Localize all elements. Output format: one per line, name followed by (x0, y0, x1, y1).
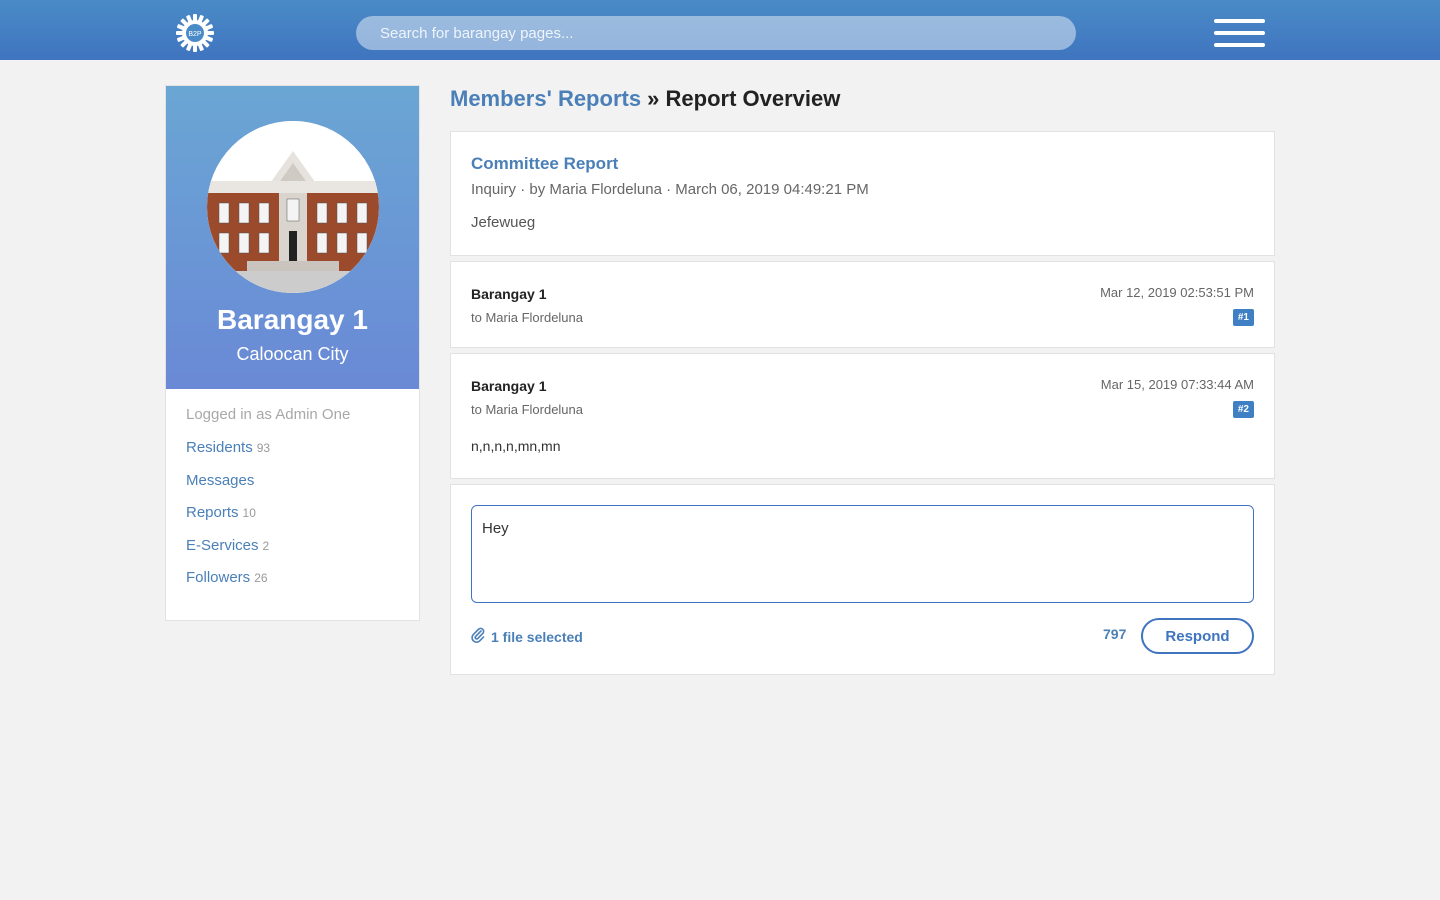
sidebar-item-label: Reports (186, 504, 239, 521)
paperclip-icon (471, 627, 485, 646)
sidebar-item-label: E-Services (186, 536, 259, 554)
sidebar: Barangay 1 Caloocan City Logged in as Ad… (165, 85, 420, 621)
page-title: Report Overview (665, 86, 841, 111)
message-number-badge: #1 (1232, 309, 1254, 326)
barangay-hall-image (207, 121, 379, 293)
sidebar-item-label: Residents (186, 439, 253, 456)
report-title-link[interactable]: Committee Report (471, 154, 618, 174)
breadcrumb-parent-link[interactable]: Members' Reports (450, 86, 641, 111)
barangay-name: Barangay 1 (217, 304, 368, 335)
message-date: Mar 15, 2019 07:33:44 AM (1100, 377, 1254, 392)
city-name: Caloocan City (236, 344, 349, 364)
hamburger-menu-icon[interactable] (1214, 19, 1265, 47)
message-number-badge: #2 (1232, 401, 1254, 418)
message-recipient: to Maria Flordeluna (471, 402, 583, 417)
breadcrumb: Members' Reports » Report Overview (450, 86, 840, 112)
top-navbar: B2P (0, 0, 1440, 60)
attach-file-button[interactable]: 1 file selected (471, 627, 583, 646)
attachment-status: 1 file selected (491, 628, 583, 645)
report-meta: Inquiry · by Maria Flordeluna · March 06… (471, 181, 869, 198)
reply-textarea[interactable]: Hey (471, 505, 1254, 603)
message-recipient: to Maria Flordeluna (471, 310, 583, 325)
sidebar-item-count: 93 (256, 441, 271, 455)
sidebar-item-e-services[interactable]: E-Services 2 (186, 536, 350, 569)
profile-card: Barangay 1 Caloocan City (166, 86, 419, 389)
sidebar-item-followers[interactable]: Followers 26 (186, 568, 350, 601)
sidebar-item-messages[interactable]: Messages (186, 471, 350, 504)
sidebar-item-count: 26 (254, 571, 268, 585)
sidebar-item-label: Followers (186, 569, 251, 586)
message-card: Barangay 1 to Maria Flordeluna Mar 15, 2… (450, 353, 1275, 479)
logged-in-label: Logged in as Admin One (186, 406, 351, 423)
message-card: Barangay 1 to Maria Flordeluna Mar 12, 2… (450, 261, 1275, 348)
sidebar-item-residents[interactable]: Residents 93 (186, 438, 350, 471)
report-body: Jefewueg (471, 214, 536, 231)
message-sender: Barangay 1 (471, 286, 547, 302)
search-input[interactable] (356, 16, 1076, 50)
respond-button[interactable]: Respond (1141, 618, 1254, 654)
message-sender: Barangay 1 (471, 378, 547, 394)
character-count: 797 (1103, 626, 1127, 642)
reply-card: Hey 1 file selected 797 Respond (450, 484, 1275, 675)
sidebar-item-count: 10 (242, 506, 256, 520)
message-body: n,n,n,n,mn,mn (471, 438, 561, 454)
svg-text:B2P: B2P (188, 31, 202, 38)
logo-icon[interactable]: B2P (174, 12, 216, 54)
message-date: Mar 12, 2019 02:53:51 PM (1100, 285, 1254, 300)
sidebar-item-label: Messages (186, 471, 255, 489)
sidebar-item-reports[interactable]: Reports 10 (186, 503, 350, 536)
side-nav: Logged in as Admin One Residents 93 Messa… (186, 405, 350, 601)
sidebar-item-count: 2 (262, 538, 270, 553)
report-card: Committee Report Inquiry · by Maria Flor… (450, 131, 1275, 256)
breadcrumb-separator: » (641, 86, 666, 111)
